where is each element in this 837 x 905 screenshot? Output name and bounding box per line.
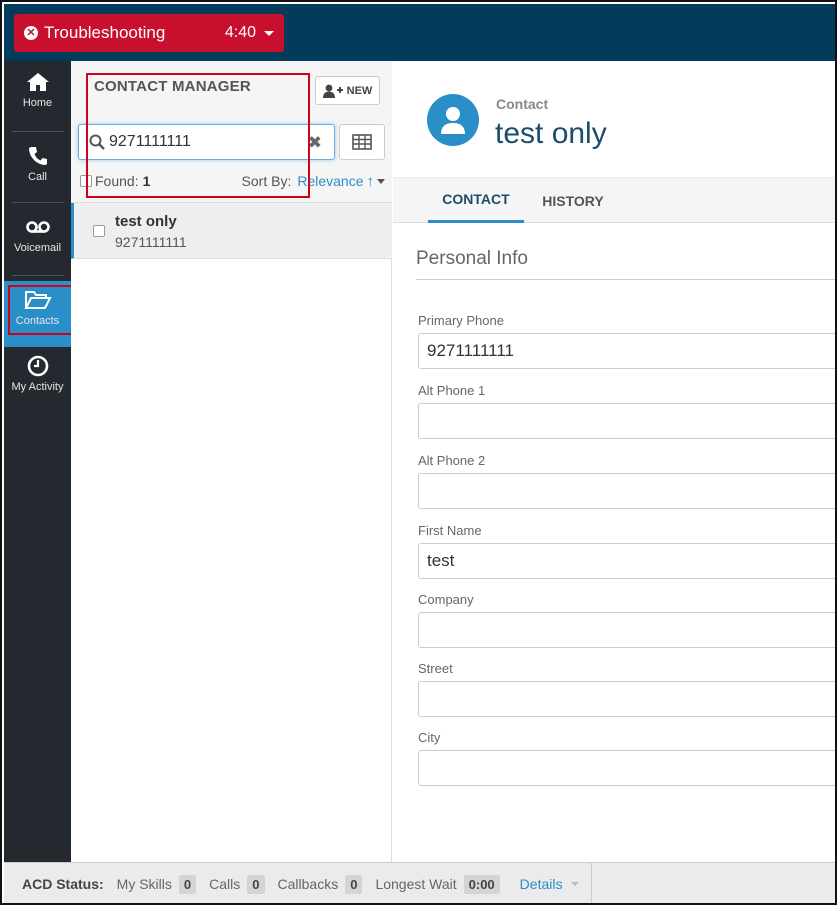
chevron-down-icon[interactable]	[377, 178, 385, 184]
search-area: ✖ Found: 1 Sort By: Relevance ↑	[71, 121, 392, 203]
city-field[interactable]	[418, 750, 835, 786]
contact-manager-panel: CONTACT MANAGER NEW ✖ Found: 1 Sort By: …	[71, 61, 392, 862]
clear-search-icon[interactable]: ✖	[308, 133, 322, 153]
company-field[interactable]	[418, 612, 835, 648]
contact-form: Personal Info Primary Phone Alt Phone 1 …	[393, 223, 835, 862]
grid-view-button[interactable]	[339, 124, 385, 160]
sidebar-nav: Home Call Voicemail Contacts My Activity	[4, 61, 71, 862]
acd-status-bar: ACD Status: My Skills 0 Calls 0 Callback…	[4, 862, 835, 903]
my-skills-label: My Skills	[116, 876, 172, 892]
sort-label: Sort By:	[241, 173, 292, 189]
sidebar-item-label: Contacts	[15, 315, 60, 327]
search-input[interactable]	[109, 133, 289, 151]
sidebar-item-label: Voicemail	[13, 242, 62, 254]
sidebar-item-label: My Activity	[11, 381, 64, 393]
first-name-label: First Name	[418, 523, 482, 538]
found-count: 1	[142, 173, 151, 189]
new-contact-button[interactable]: NEW	[315, 76, 380, 105]
tab-contact[interactable]: CONTACT	[428, 178, 524, 223]
nav-divider	[12, 275, 64, 276]
contact-header: Contact test only	[393, 61, 835, 178]
chevron-down-icon	[571, 882, 580, 886]
city-label: City	[418, 730, 441, 745]
my-skills-status: My Skills 0	[116, 874, 197, 894]
longest-wait-value: 0:00	[463, 874, 500, 894]
not-ready-icon: ✕	[24, 26, 38, 40]
sort-dropdown[interactable]: Relevance	[297, 173, 363, 189]
alt-phone-2-label: Alt Phone 2	[418, 453, 486, 468]
longest-wait-status: Longest Wait 0:00	[375, 874, 500, 894]
contact-name: test only	[115, 213, 177, 230]
sidebar-item-label: Call	[28, 171, 47, 183]
folder-open-icon	[23, 291, 52, 309]
sidebar-item-home[interactable]: Home	[4, 71, 71, 137]
state-timer: 4:40	[224, 24, 256, 41]
section-divider	[416, 279, 835, 280]
calls-label: Calls	[209, 876, 241, 892]
search-icon	[89, 134, 105, 150]
contact-detail-panel: Contact test only CONTACT HISTORY Person…	[393, 61, 835, 862]
alt-phone-1-label: Alt Phone 1	[418, 383, 486, 398]
callbacks-status: Callbacks 0	[277, 874, 363, 894]
table-icon	[352, 134, 372, 150]
panel-title: CONTACT MANAGER	[94, 78, 251, 95]
acd-status-label: ACD Status:	[22, 876, 104, 892]
sidebar-item-label: Home	[22, 97, 53, 109]
street-label: Street	[418, 661, 453, 676]
status-divider	[591, 862, 593, 903]
calls-status: Calls 0	[209, 874, 265, 894]
my-skills-count: 0	[178, 874, 197, 894]
record-type-label: Contact	[496, 96, 549, 112]
primary-phone-field[interactable]	[418, 333, 835, 369]
chevron-down-icon	[264, 30, 274, 36]
calls-count: 0	[247, 874, 265, 894]
alt-phone-2-field[interactable]	[418, 473, 835, 509]
details-dropdown[interactable]: Details	[520, 876, 580, 892]
found-row: Found: 1 Sort By: Relevance ↑	[80, 171, 385, 191]
callbacks-count: 0	[345, 874, 363, 894]
nav-divider	[12, 131, 64, 132]
agent-state-dropdown[interactable]: ✕ Troubleshooting 4:40	[14, 14, 284, 52]
agent-state-label: Troubleshooting	[44, 23, 166, 42]
first-name-field[interactable]	[418, 543, 835, 579]
app-window: ✕ Troubleshooting 4:40 Home Call Voicema…	[0, 0, 837, 905]
contact-list-item[interactable]: test only 9271111111	[71, 203, 392, 259]
nav-divider	[12, 202, 64, 203]
sort-direction-icon[interactable]: ↑	[367, 173, 375, 190]
detail-tabs: CONTACT HISTORY	[393, 178, 835, 223]
details-label: Details	[519, 876, 563, 892]
add-user-icon	[322, 84, 343, 98]
top-bar: ✕ Troubleshooting 4:40	[4, 4, 835, 61]
row-checkbox[interactable]	[93, 225, 105, 237]
phone-icon	[28, 147, 47, 165]
contact-phone: 9271111111	[115, 234, 187, 250]
user-icon	[441, 107, 465, 134]
sidebar-item-contacts[interactable]: Contacts	[4, 281, 71, 347]
tab-history[interactable]: HISTORY	[533, 178, 613, 223]
found-label: Found:	[95, 173, 139, 189]
section-title: Personal Info	[416, 248, 528, 269]
contact-manager-header: CONTACT MANAGER NEW	[71, 61, 392, 121]
search-box: ✖	[78, 124, 335, 160]
home-icon	[26, 73, 49, 91]
company-label: Company	[418, 592, 474, 607]
select-all-checkbox[interactable]	[80, 175, 92, 187]
clock-icon	[27, 355, 48, 377]
alt-phone-1-field[interactable]	[418, 403, 835, 439]
street-field[interactable]	[418, 681, 835, 717]
sidebar-item-my-activity[interactable]: My Activity	[4, 355, 71, 421]
longest-wait-label: Longest Wait	[375, 876, 457, 892]
avatar	[427, 94, 479, 146]
voicemail-icon	[25, 221, 50, 233]
callbacks-label: Callbacks	[277, 876, 339, 892]
new-button-label: NEW	[346, 84, 373, 97]
sidebar-item-voicemail[interactable]: Voicemail	[4, 216, 71, 282]
primary-phone-label: Primary Phone	[418, 313, 504, 328]
contact-title: test only	[495, 117, 607, 150]
